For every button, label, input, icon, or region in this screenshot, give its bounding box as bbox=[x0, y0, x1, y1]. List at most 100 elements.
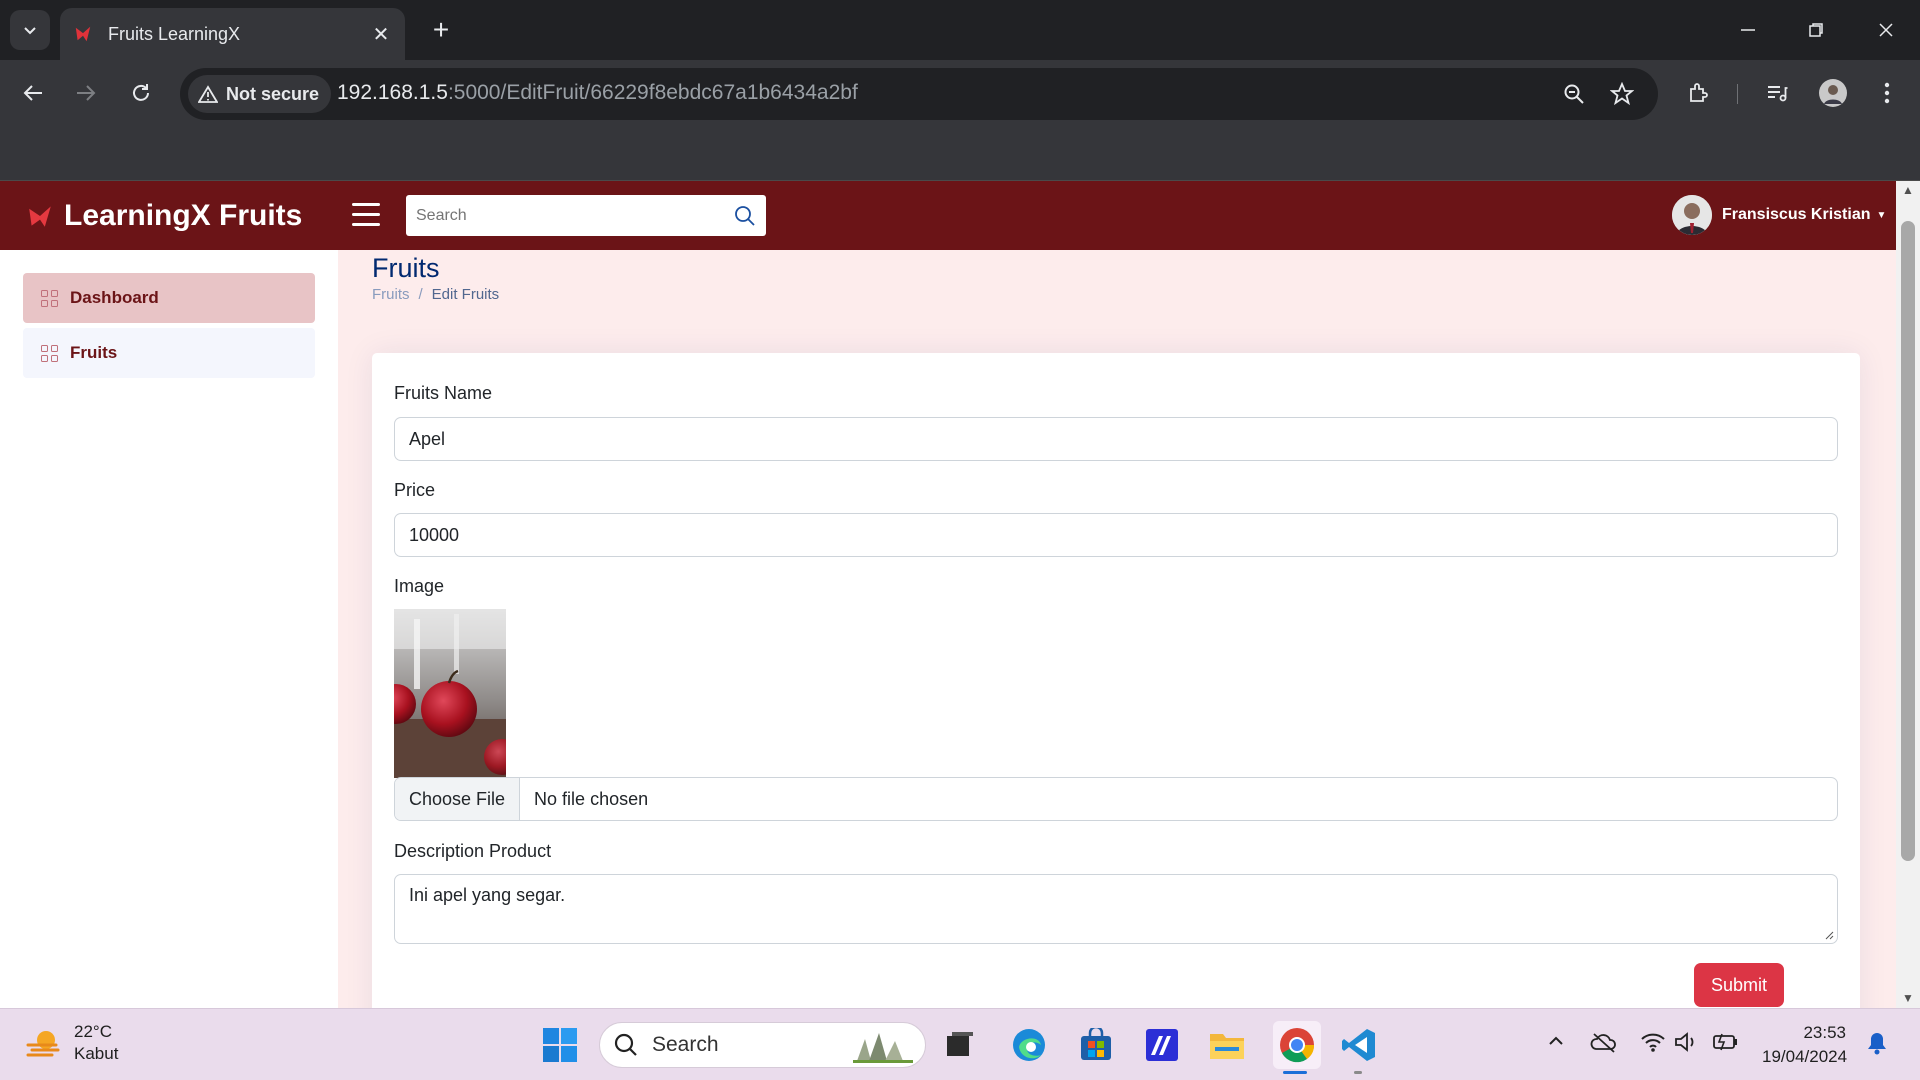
chevron-down-icon bbox=[24, 27, 36, 35]
hamburger-icon-line bbox=[352, 223, 380, 226]
sidebar-item-fruits[interactable]: Fruits bbox=[23, 328, 315, 378]
chrome-icon bbox=[1280, 1028, 1315, 1063]
show-hidden-icons-button[interactable] bbox=[1546, 1031, 1566, 1057]
start-button[interactable] bbox=[540, 1025, 580, 1065]
task-view-icon bbox=[947, 1032, 973, 1056]
restore-button[interactable] bbox=[1782, 0, 1850, 60]
tab-search-button[interactable] bbox=[10, 10, 50, 50]
site-favicon-icon bbox=[75, 26, 91, 42]
edge-browser-button[interactable] bbox=[1009, 1025, 1049, 1065]
submit-button[interactable]: Submit bbox=[1694, 963, 1784, 1007]
grid-icon bbox=[41, 344, 58, 362]
arrow-right-icon bbox=[77, 85, 96, 101]
app-blue-icon bbox=[1146, 1029, 1178, 1061]
vscode-button[interactable] bbox=[1339, 1025, 1379, 1065]
sidebar-item-label: Dashboard bbox=[70, 288, 159, 307]
scroll-down-icon[interactable]: ▼ bbox=[1902, 991, 1914, 1005]
address-bar[interactable]: Not secure 192.168.1.5:5000/EditFruit/66… bbox=[180, 68, 1658, 120]
battery-icon[interactable] bbox=[1712, 1031, 1740, 1059]
chrome-menu-button[interactable] bbox=[1868, 74, 1906, 112]
task-view-button[interactable] bbox=[940, 1025, 980, 1065]
site-info-chip[interactable]: Not secure bbox=[188, 75, 332, 113]
sidebar: Dashboard Fruits bbox=[0, 250, 338, 1008]
taskbar: 22°C Kabut Search 23:53 19/04/2024 bbox=[0, 1008, 1920, 1080]
description-textarea[interactable]: Ini apel yang segar. bbox=[394, 874, 1838, 944]
sidebar-item-dashboard[interactable]: Dashboard bbox=[23, 273, 315, 323]
notifications-bell-icon[interactable] bbox=[1866, 1031, 1888, 1061]
close-icon bbox=[1879, 23, 1893, 37]
volume-icon[interactable] bbox=[1673, 1031, 1699, 1059]
sidebar-toggle-button[interactable] bbox=[352, 203, 380, 227]
profile-avatar-icon bbox=[1819, 79, 1847, 107]
url-host: 192.168.1.5 bbox=[337, 81, 448, 104]
windows-logo-icon bbox=[543, 1028, 577, 1062]
reload-button[interactable] bbox=[122, 74, 160, 112]
search-box bbox=[406, 195, 766, 236]
edit-fruit-card: Fruits Name Apel Price 10000 Image Choos… bbox=[372, 353, 1860, 1008]
hamburger-icon bbox=[352, 203, 380, 206]
extensions-button[interactable] bbox=[1680, 74, 1718, 112]
browser-toolbar: Not secure 192.168.1.5:5000/EditFruit/66… bbox=[0, 60, 1920, 127]
chrome-taskbar-button[interactable] bbox=[1273, 1021, 1321, 1069]
hamburger-icon-line bbox=[352, 213, 380, 216]
scroll-up-icon[interactable]: ▲ bbox=[1902, 183, 1914, 197]
price-input[interactable]: 10000 bbox=[394, 513, 1838, 557]
close-window-button[interactable] bbox=[1852, 0, 1920, 60]
folder-icon bbox=[1210, 1034, 1244, 1059]
bookmark-star-icon[interactable] bbox=[1608, 80, 1636, 108]
scrollbar-thumb[interactable] bbox=[1901, 221, 1915, 861]
tab-title: Fruits LearningX bbox=[108, 23, 241, 44]
breadcrumb-current: Edit Fruits bbox=[431, 286, 500, 303]
system-clock[interactable]: 23:53 19/04/2024 bbox=[1762, 1021, 1848, 1069]
toolbar-divider bbox=[1737, 84, 1738, 104]
minimize-button[interactable] bbox=[1714, 0, 1782, 60]
url-path: :5000/EditFruit/66229f8ebdc67a1b6434a2bf bbox=[447, 81, 858, 104]
clock-date: 19/04/2024 bbox=[1762, 1047, 1848, 1066]
media-control-button[interactable] bbox=[1758, 74, 1796, 112]
search-icon bbox=[735, 206, 755, 226]
security-label: Not secure bbox=[226, 83, 320, 104]
breadcrumb-separator: / bbox=[418, 286, 423, 303]
zoom-icon[interactable] bbox=[1560, 80, 1588, 108]
web-page: LearningX Fruits Fransiscus Kristian ▼ D… bbox=[0, 181, 1896, 1008]
bookmarks-bar bbox=[0, 127, 1920, 181]
browser-tab[interactable]: Fruits LearningX ✕ bbox=[60, 8, 405, 60]
app-launcher-button[interactable] bbox=[1142, 1025, 1182, 1065]
clock-time: 23:53 bbox=[1803, 1023, 1846, 1042]
breadcrumb-link-fruits[interactable]: Fruits bbox=[372, 286, 410, 303]
forward-button[interactable] bbox=[67, 74, 105, 112]
search-button[interactable] bbox=[734, 205, 756, 227]
price-label: Price bbox=[394, 480, 436, 500]
description-text: Ini apel yang segar. bbox=[409, 885, 566, 905]
url-text[interactable]: 192.168.1.5:5000/EditFruit/66229f8ebdc67… bbox=[337, 81, 858, 105]
new-tab-button[interactable]: + bbox=[425, 14, 457, 46]
weather-temperature: 22°C bbox=[74, 1022, 112, 1041]
wifi-icon[interactable] bbox=[1640, 1031, 1666, 1059]
chevron-up-icon bbox=[1549, 1036, 1563, 1045]
onedrive-icon[interactable] bbox=[1590, 1031, 1618, 1059]
weather-widget[interactable]: 22°C Kabut bbox=[26, 1021, 118, 1065]
reload-icon bbox=[133, 84, 149, 101]
breadcrumb: Fruits / Edit Fruits bbox=[372, 286, 499, 303]
brand-logo[interactable]: LearningX Fruits bbox=[28, 199, 302, 233]
file-explorer-button[interactable] bbox=[1207, 1025, 1247, 1065]
taskbar-search[interactable]: Search bbox=[599, 1022, 926, 1068]
search-input[interactable] bbox=[406, 195, 716, 236]
chrome-active-indicator bbox=[1283, 1071, 1307, 1074]
image-file-input[interactable]: Choose File No file chosen bbox=[394, 777, 1838, 821]
microsoft-store-button[interactable] bbox=[1076, 1025, 1116, 1065]
user-menu[interactable]: Fransiscus Kristian ▼ bbox=[1672, 195, 1886, 235]
profile-button[interactable] bbox=[1814, 74, 1852, 112]
store-icon bbox=[1081, 1028, 1111, 1060]
close-tab-icon[interactable]: ✕ bbox=[371, 22, 391, 47]
fruit-name-label: Fruits Name bbox=[394, 383, 493, 403]
resize-grip-icon[interactable] bbox=[1824, 930, 1834, 940]
search-highlight-icon bbox=[853, 1033, 913, 1063]
fruit-name-input[interactable]: Apel bbox=[394, 417, 1838, 461]
choose-file-button[interactable]: Choose File bbox=[395, 778, 521, 820]
back-button[interactable] bbox=[14, 74, 52, 112]
brand-name: LearningX Fruits bbox=[64, 199, 303, 232]
user-name: Fransiscus Kristian bbox=[1722, 206, 1871, 223]
page-scrollbar[interactable]: ▲ ▼ bbox=[1896, 181, 1920, 1008]
puzzle-icon bbox=[1690, 83, 1708, 102]
